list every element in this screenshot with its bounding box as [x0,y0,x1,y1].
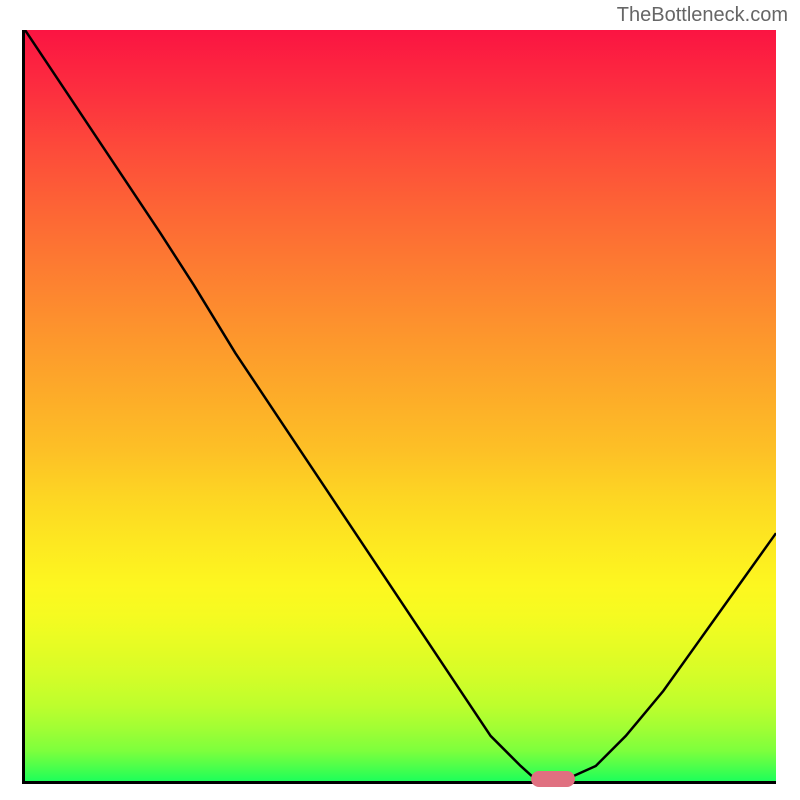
optimal-marker [531,771,575,787]
watermark-text: TheBottleneck.com [617,4,788,27]
bottleneck-curve [25,30,776,779]
chart-line-svg [25,30,776,781]
chart-container [22,30,776,784]
